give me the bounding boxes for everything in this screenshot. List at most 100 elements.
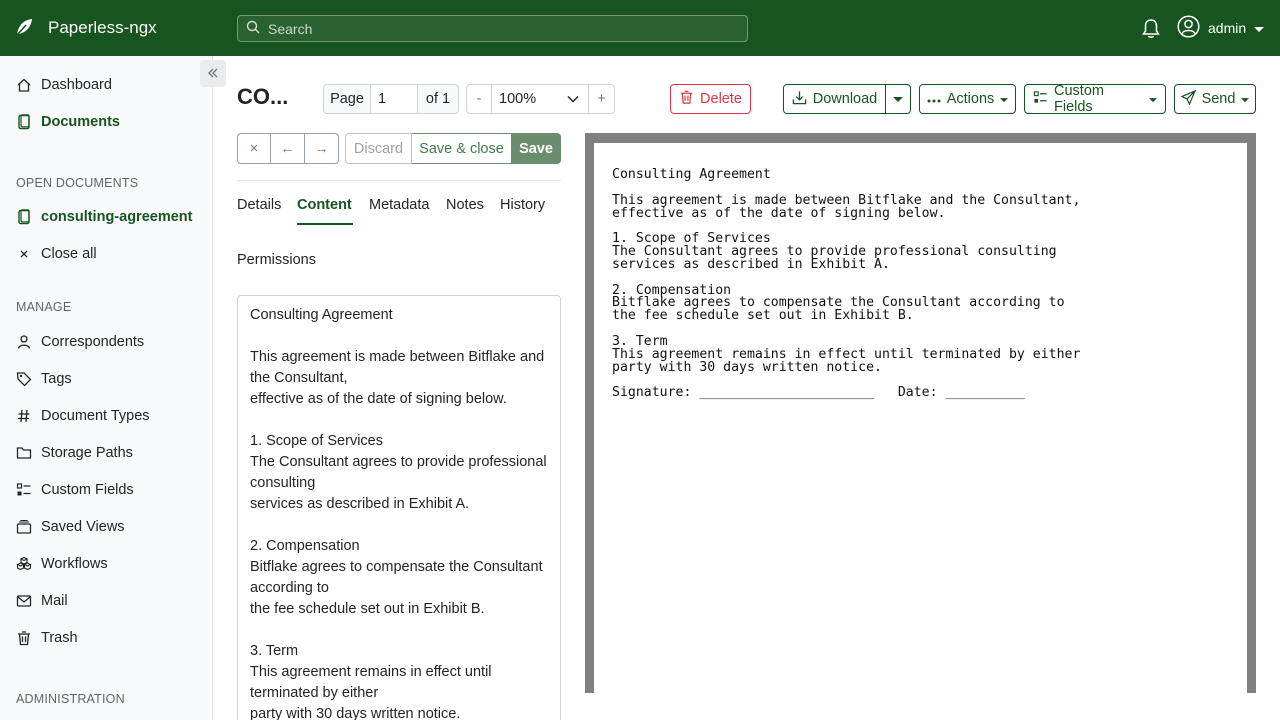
zoom-control: - 100% +	[466, 84, 615, 114]
download-button[interactable]: Download	[783, 84, 886, 114]
next-document-button[interactable]: →	[305, 133, 339, 164]
previous-document-button[interactable]: ←	[271, 133, 305, 164]
sidebar-item-label: Mail	[41, 593, 68, 609]
sidebar-item-label: Storage Paths	[41, 445, 133, 461]
tab-notes[interactable]: Notes	[446, 197, 484, 213]
sidebar-item-saved-views[interactable]: Saved Views	[16, 515, 125, 539]
page-of-label: of 1	[418, 84, 459, 114]
sidebar-item-label: Saved Views	[41, 519, 125, 535]
sidebar-item-label: Document Types	[41, 408, 150, 424]
send-dropdown[interactable]: Send	[1174, 84, 1256, 114]
content-line: according to	[250, 580, 329, 596]
sidebar-item-documents[interactable]: Documents	[16, 110, 120, 134]
sidebar-item-mail[interactable]: Mail	[16, 589, 68, 613]
sidebar-item-dashboard[interactable]: Dashboard	[16, 73, 112, 97]
sidebar-item-workflows[interactable]: Workflows	[16, 552, 108, 576]
tab-permissions[interactable]: Permissions	[237, 252, 316, 268]
user-avatar-icon	[1177, 15, 1200, 41]
save-button[interactable]: Save	[512, 133, 561, 164]
search-input[interactable]	[268, 20, 728, 37]
tab-history[interactable]: History	[500, 197, 545, 213]
content-line: This agreement remains in effect until	[250, 664, 492, 680]
custom-fields-dropdown[interactable]: Custom Fields	[1024, 83, 1166, 115]
page-label: Page	[323, 84, 371, 114]
save-and-close-button[interactable]: Save & close	[412, 133, 512, 164]
content-line: The Consultant agrees to provide profess…	[250, 454, 547, 470]
preview-line: effective as of the date of signing belo…	[612, 205, 946, 221]
content-line: 1. Scope of Services	[250, 433, 383, 449]
person-icon	[16, 334, 32, 350]
envelope-icon	[16, 593, 32, 609]
trash-icon	[679, 89, 694, 109]
delete-label: Delete	[700, 91, 742, 107]
folder-icon	[16, 445, 32, 461]
zoom-value: 100%	[499, 91, 537, 107]
content-textarea[interactable]: Consulting Agreement This agreement is ma…	[237, 295, 561, 720]
sidebar-item-open-document[interactable]: consulting-agreement	[16, 205, 192, 229]
close-icon	[16, 246, 32, 262]
sidebar-item-correspondents[interactable]: Correspondents	[16, 330, 144, 354]
three-dots-icon	[927, 91, 941, 107]
content-line: party with 30 days written notice.	[250, 706, 461, 720]
document-nav-controls: × ← →	[237, 133, 339, 164]
sidebar-item-label: Custom Fields	[41, 482, 134, 498]
content-line	[250, 620, 548, 641]
discard-button[interactable]: Discard	[345, 133, 412, 164]
sidebar-item-custom-fields[interactable]: Custom Fields	[16, 478, 134, 502]
content-line: 2. Compensation	[250, 538, 360, 554]
preview-line: party with 30 days written notice.	[612, 359, 882, 375]
file-icon	[16, 209, 32, 225]
zoom-out-button[interactable]: -	[466, 84, 492, 114]
sidebar-item-tags[interactable]: Tags	[16, 367, 72, 391]
sidebar-item-label: Trash	[41, 630, 78, 646]
actions-dropdown[interactable]: Actions	[919, 84, 1016, 114]
collection-icon	[16, 519, 32, 535]
user-menu[interactable]: admin	[1177, 0, 1265, 56]
preview-line: Consulting Agreement	[612, 167, 771, 182]
ui-checks-icon	[1033, 90, 1048, 109]
content-line: Bitflake agrees to compensate the Consul…	[250, 559, 543, 575]
delete-button[interactable]: Delete	[670, 84, 751, 114]
content-line	[250, 326, 548, 347]
tab-details[interactable]: Details	[237, 197, 281, 213]
top-navbar: Paperless-ngx admin	[0, 0, 1280, 56]
download-label: Download	[812, 91, 878, 107]
global-search[interactable]	[237, 15, 748, 42]
content-line: terminated by either	[250, 685, 379, 701]
sidebar-item-trash[interactable]: Trash	[16, 626, 78, 650]
content-line	[250, 410, 548, 431]
collapse-sidebar-button[interactable]	[200, 60, 226, 87]
sidebar-item-label: Close all	[41, 246, 97, 262]
chevron-double-left-icon	[207, 66, 219, 82]
sidebar-item-label: consulting-agreement	[41, 209, 193, 225]
hash-icon	[16, 408, 32, 424]
content-line	[250, 515, 548, 536]
sidebar-item-label: Workflows	[41, 556, 108, 572]
caret-down-icon	[1149, 91, 1157, 107]
administration-heading: ADMINISTRATION	[16, 692, 125, 706]
page-number-input[interactable]: 1	[371, 84, 418, 114]
sidebar-item-label: Tags	[41, 371, 72, 387]
sidebar-item-label: Dashboard	[41, 77, 112, 93]
content-line: 3. Term	[250, 643, 299, 659]
app-title: Paperless-ngx	[48, 18, 157, 37]
leaf-logo-icon	[14, 17, 34, 40]
brand[interactable]: Paperless-ngx	[14, 0, 157, 56]
sidebar-item-document-types[interactable]: Document Types	[16, 404, 150, 428]
manage-heading: MANAGE	[16, 300, 72, 314]
sidebar-item-label: Correspondents	[41, 334, 145, 350]
sidebar-item-label: Documents	[41, 114, 120, 130]
sidebar-item-close-all[interactable]: Close all	[16, 242, 97, 266]
download-options-toggle[interactable]	[885, 84, 911, 114]
zoom-select[interactable]: 100%	[492, 84, 589, 114]
notifications-bell-icon[interactable]	[1141, 18, 1161, 42]
send-icon	[1179, 89, 1196, 109]
username: admin	[1208, 20, 1247, 36]
house-icon	[16, 77, 32, 93]
tab-metadata[interactable]: Metadata	[369, 197, 429, 213]
sidebar-item-storage-paths[interactable]: Storage Paths	[16, 441, 133, 465]
tab-content[interactable]: Content	[297, 197, 352, 213]
close-document-button[interactable]: ×	[237, 133, 271, 164]
zoom-in-button[interactable]: +	[589, 84, 615, 114]
content-line: consulting	[250, 475, 316, 491]
